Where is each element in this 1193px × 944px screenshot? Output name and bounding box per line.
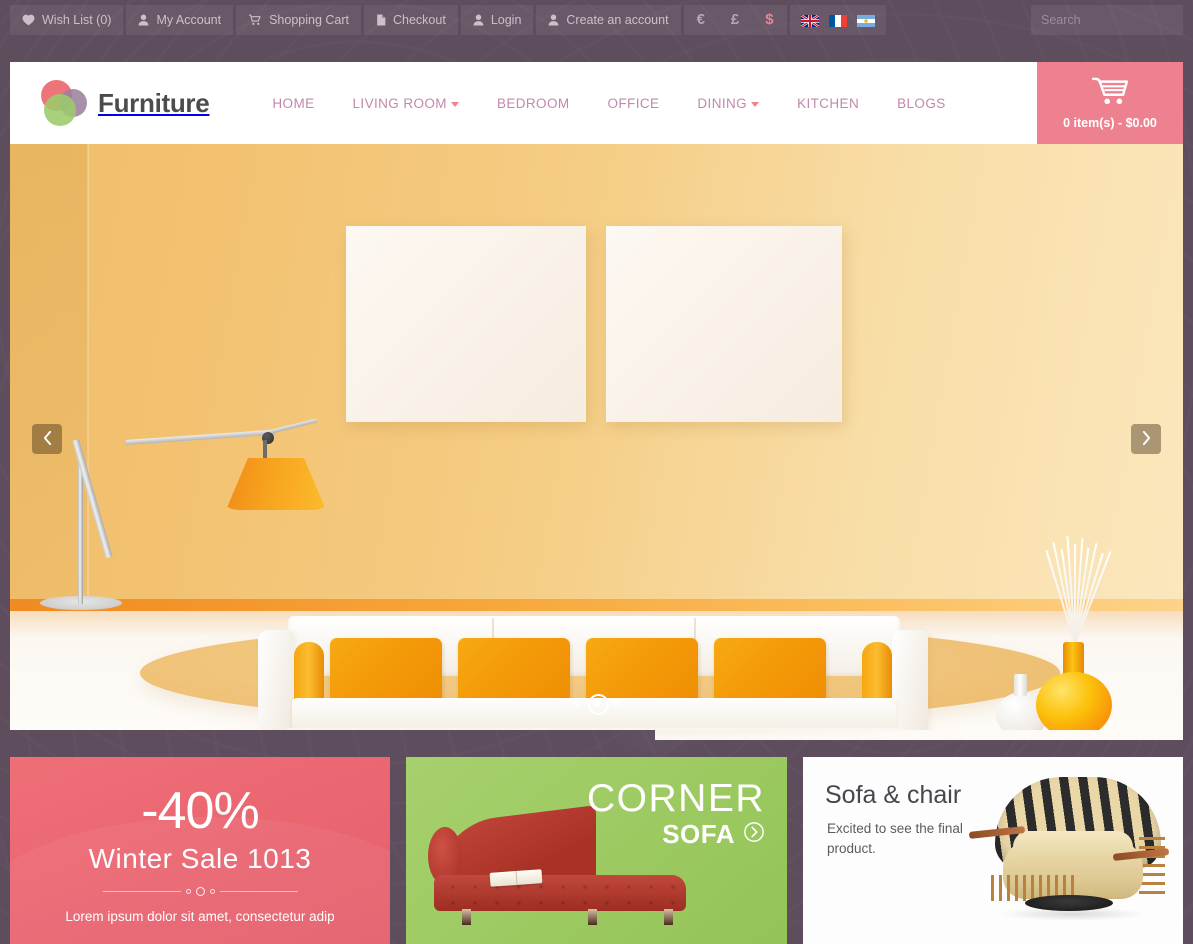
argentina-flag[interactable] — [856, 14, 875, 27]
hero-slide-image — [10, 144, 1183, 730]
nav-item-blogs[interactable]: BLOGS — [878, 62, 965, 144]
hero-slider[interactable] — [10, 144, 1183, 730]
wall-canvas-left — [346, 226, 586, 422]
chevron-left-icon — [43, 430, 52, 448]
top-link-login[interactable]: Login — [460, 5, 534, 35]
logo-circles-icon — [41, 80, 87, 126]
top-link-my-account[interactable]: My Account — [126, 5, 234, 35]
shopping-cart-icon — [1090, 76, 1130, 111]
nav-label: LIVING ROOM — [352, 95, 447, 111]
top-bar: Wish List (0) My Account Shopping Cart C… — [0, 0, 1193, 40]
site-logo[interactable]: Furniture — [10, 62, 210, 144]
top-link-shopping-cart[interactable]: Shopping Cart — [236, 5, 361, 35]
cart-icon — [248, 14, 262, 26]
logo-text: Furniture — [98, 87, 210, 118]
promo-banner-sofa-chair[interactable]: Sofa & chair Excited to see the final pr… — [803, 757, 1183, 944]
nav-label: BEDROOM — [496, 95, 570, 111]
chevron-down-icon — [751, 102, 760, 107]
promo-title: CORNER — [586, 777, 765, 820]
currency-dollar[interactable]: $ — [752, 5, 786, 35]
french-flag[interactable] — [828, 14, 847, 27]
nav-item-kitchen[interactable]: KITCHEN — [778, 62, 878, 144]
language-switcher — [789, 5, 886, 35]
slider-dot-1[interactable] — [574, 699, 581, 706]
user-icon — [548, 14, 559, 26]
top-link-label: Checkout — [393, 13, 446, 27]
promo-banner-winter-sale[interactable]: -40% Winter Sale 1013 Lorem ipsum dolor … — [10, 757, 390, 944]
top-link-label: Create an account — [566, 13, 669, 27]
top-link-label: Login — [490, 13, 522, 27]
cart-total-label: 0 item(s) - $0.00 — [1063, 116, 1157, 130]
slider-dot-2[interactable] — [588, 694, 609, 715]
promo-divider — [102, 887, 298, 896]
heart-icon — [22, 14, 35, 26]
chevron-down-icon — [450, 102, 459, 107]
user-icon — [473, 14, 484, 26]
nav-item-home[interactable]: HOME — [253, 62, 333, 144]
search-box[interactable] — [1031, 5, 1193, 35]
top-link-wish-list[interactable]: Wish List (0) — [10, 5, 124, 35]
nav-label: BLOGS — [897, 95, 946, 111]
site-header: Furniture HOME LIVING ROOM BEDROOM OFFIC… — [10, 62, 1183, 144]
english-flag[interactable] — [799, 14, 820, 28]
promo-headline: -40% — [141, 782, 259, 840]
promo-banner-corner-sofa[interactable]: CORNER SOFA — [406, 757, 787, 944]
slider-next-button[interactable] — [1131, 424, 1161, 454]
slider-dot-3[interactable] — [612, 699, 619, 706]
promo-description: Excited to see the final product. — [827, 821, 963, 857]
nav-item-bedroom[interactable]: BEDROOM — [478, 62, 589, 144]
file-icon — [376, 14, 386, 26]
currency-pound[interactable]: £ — [718, 5, 752, 35]
nav-label: HOME — [272, 95, 315, 111]
top-link-create-account[interactable]: Create an account — [536, 5, 681, 35]
top-link-checkout[interactable]: Checkout — [364, 5, 458, 35]
nav-item-office[interactable]: OFFICE — [589, 62, 679, 144]
wall-canvas-right — [606, 226, 842, 422]
circle-arrow-right-icon[interactable] — [743, 819, 765, 850]
red-chaise-lounge-image — [428, 805, 698, 927]
promo-description: Lorem ipsum dolor sit amet, consectetur … — [65, 909, 335, 924]
nav-label: KITCHEN — [797, 95, 860, 111]
nav-item-living-room[interactable]: LIVING ROOM — [334, 62, 478, 144]
promo-banners: -40% Winter Sale 1013 Lorem ipsum dolor … — [10, 757, 1183, 944]
nav-label: OFFICE — [607, 95, 660, 111]
top-link-label: My Account — [156, 13, 222, 27]
slider-prev-button[interactable] — [32, 424, 62, 454]
user-icon — [138, 14, 149, 26]
slider-pagination — [10, 694, 1183, 715]
main-navigation: HOME LIVING ROOM BEDROOM OFFICE DINING K… — [253, 62, 964, 144]
promo-subtitle: SOFA — [662, 819, 735, 849]
cart-button[interactable]: 0 item(s) - $0.00 — [1037, 62, 1183, 144]
promo-subtitle-row: SOFA — [662, 819, 765, 850]
promo-subhead: Winter Sale 1013 — [88, 843, 312, 874]
chevron-right-icon — [1142, 430, 1151, 448]
top-link-label: Wish List (0) — [42, 13, 112, 27]
striped-armchair-image — [968, 777, 1170, 927]
currency-switcher: € £ $ — [683, 5, 787, 35]
top-link-label: Shopping Cart — [269, 13, 349, 27]
nav-label: DINING — [697, 95, 748, 111]
search-input[interactable] — [1031, 13, 1193, 27]
currency-euro[interactable]: € — [684, 5, 718, 35]
reed-diffuser — [1045, 536, 1112, 645]
nav-item-dining[interactable]: DINING — [678, 62, 778, 144]
promo-title: Sofa & chair — [825, 781, 962, 809]
